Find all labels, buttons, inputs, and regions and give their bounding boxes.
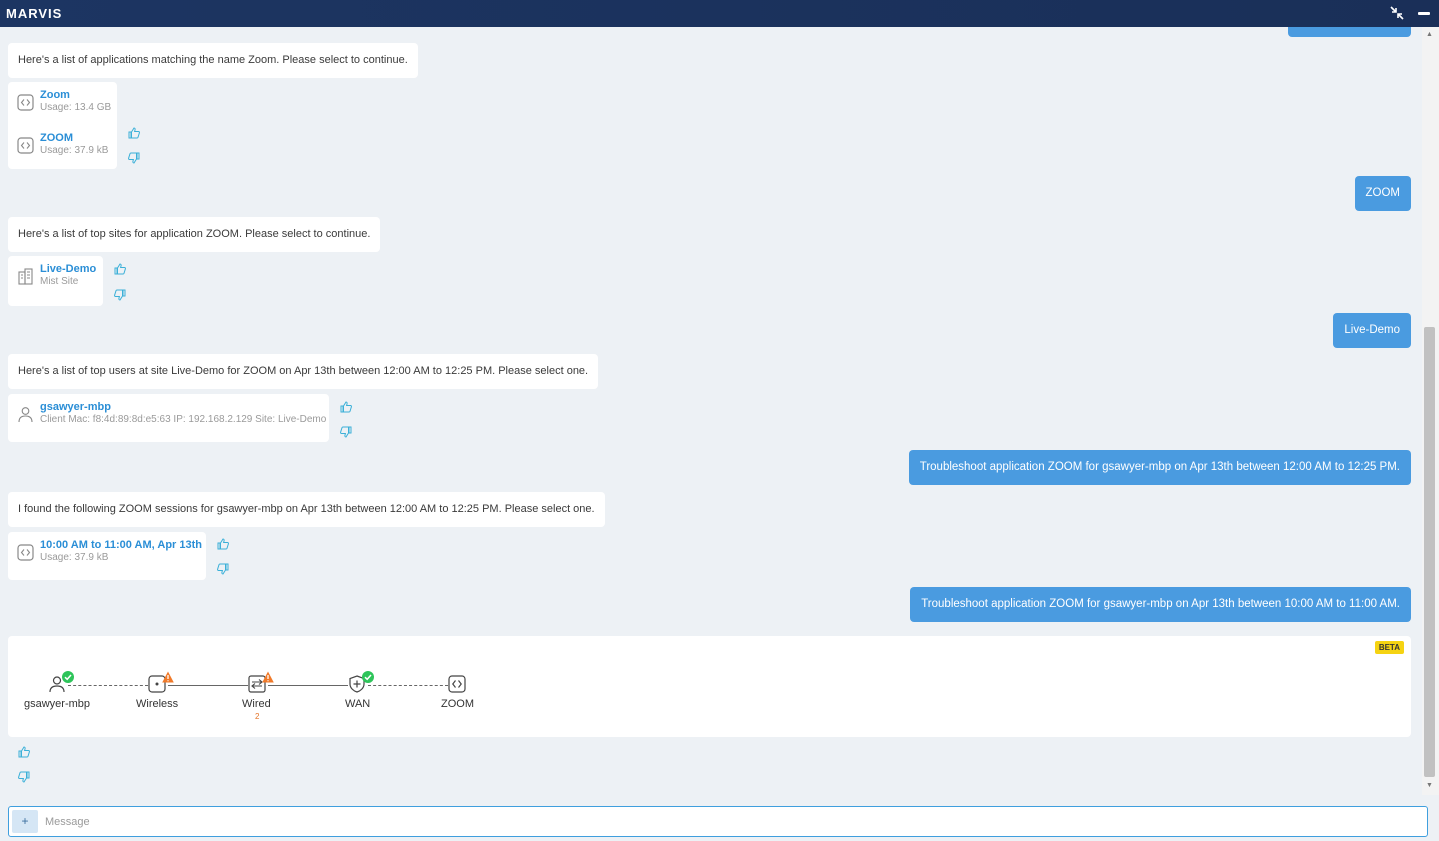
building-icon xyxy=(17,268,34,285)
flow-node-count: 2 xyxy=(255,712,260,721)
option-usage: Usage: 37.9 kB xyxy=(40,552,109,563)
flow-node-label: gsawyer-mbp xyxy=(24,698,91,710)
option-name: Live-Demo xyxy=(40,263,97,275)
connection-line xyxy=(168,685,248,686)
thumbs-up-icon[interactable] xyxy=(18,746,30,758)
thumbs-down-icon[interactable] xyxy=(340,426,352,438)
flow-node-label: WAN xyxy=(345,698,371,710)
option-list: 10:00 AM to 11:00 AM, Apr 13th Usage: 37… xyxy=(8,532,206,580)
option-name: 10:00 AM to 11:00 AM, Apr 13th xyxy=(40,539,202,551)
user-message: Live-Demo xyxy=(1333,313,1411,348)
option-zoom-upper[interactable]: ZOOM Usage: 37.9 kB xyxy=(8,125,117,168)
option-zoom[interactable]: Zoom Usage: 13.4 GB xyxy=(8,82,117,125)
code-icon xyxy=(17,544,34,561)
flow-node-label: ZOOM xyxy=(441,698,474,710)
option-sub: Mist Site xyxy=(40,276,79,287)
message-input-bar: + xyxy=(8,806,1428,837)
flow-node-label: Wireless xyxy=(136,698,179,710)
connection-line xyxy=(68,685,148,686)
user-message: Troubleshoot application ZOOM for gsawye… xyxy=(910,587,1411,622)
option-name: Zoom xyxy=(40,89,70,101)
user-message: Troubleshoot application ZOOM for gsawye… xyxy=(908,450,1411,485)
option-list: gsawyer-mbp Client Mac: f8:4d:89:8d:e5:6… xyxy=(8,394,329,442)
thumbs-up-icon[interactable] xyxy=(217,538,229,550)
flow-node-label: Wired xyxy=(242,698,271,710)
partial-user-bubble xyxy=(1288,27,1411,37)
option-sub: Client Mac: f8:4d:89:8d:e5:63 IP: 192.16… xyxy=(40,414,327,425)
option-live-demo[interactable]: Live-Demo Mist Site xyxy=(8,256,103,299)
status-ok-icon xyxy=(62,671,74,683)
scroll-up-icon[interactable]: ▲ xyxy=(1426,31,1433,38)
thumbs-down-icon[interactable] xyxy=(128,152,140,164)
scroll-thumb[interactable] xyxy=(1424,327,1435,777)
thumbs-up-icon[interactable] xyxy=(128,127,140,139)
thumbs-up-icon[interactable] xyxy=(340,401,352,413)
flow-node-application[interactable] xyxy=(448,675,466,693)
chat-history: Here's a list of applications matching t… xyxy=(0,27,1420,795)
bot-message: I found the following ZOOM sessions for … xyxy=(8,492,605,527)
chat-scrollbar[interactable]: ▲ ▼ xyxy=(1422,27,1439,795)
beta-badge: BETA xyxy=(1374,641,1404,654)
thumbs-down-icon[interactable] xyxy=(18,771,30,783)
status-warning-icon xyxy=(262,671,274,683)
option-usage: Usage: 37.9 kB xyxy=(40,145,109,156)
collapse-icon[interactable] xyxy=(1389,5,1405,21)
bot-message: Here's a list of top sites for applicati… xyxy=(8,217,381,252)
option-list: Live-Demo Mist Site xyxy=(8,256,103,306)
code-icon xyxy=(17,137,34,154)
status-warning-icon xyxy=(162,671,174,683)
thumbs-down-icon[interactable] xyxy=(217,563,229,575)
connection-line xyxy=(368,685,448,686)
option-session[interactable]: 10:00 AM to 11:00 AM, Apr 13th Usage: 37… xyxy=(8,532,206,575)
thumbs-down-icon[interactable] xyxy=(114,289,126,301)
minimize-icon[interactable] xyxy=(1416,5,1432,21)
status-ok-icon xyxy=(362,671,374,683)
thumbs-up-icon[interactable] xyxy=(114,263,126,275)
message-input[interactable] xyxy=(45,811,1415,833)
option-gsawyer-mbp[interactable]: gsawyer-mbp Client Mac: f8:4d:89:8d:e5:6… xyxy=(8,394,329,437)
bot-message: Here's a list of applications matching t… xyxy=(8,43,418,78)
window-title: MARVIS xyxy=(6,6,63,21)
add-attachment-button[interactable]: + xyxy=(12,810,38,833)
code-icon xyxy=(17,94,34,111)
scroll-down-icon[interactable]: ▼ xyxy=(1426,782,1433,789)
option-name: gsawyer-mbp xyxy=(40,401,111,413)
bot-message: Here's a list of top users at site Live-… xyxy=(8,354,599,389)
option-usage: Usage: 13.4 GB xyxy=(40,102,112,113)
user-icon xyxy=(17,406,34,423)
user-message: ZOOM xyxy=(1354,176,1411,211)
title-bar: MARVIS xyxy=(0,0,1439,27)
connection-line xyxy=(268,685,348,686)
troubleshoot-flow-card: BETA gsawyer-mbp Wireless Wired 2 WAN ZO… xyxy=(8,636,1411,737)
option-name: ZOOM xyxy=(40,132,73,144)
option-list: Zoom Usage: 13.4 GB ZOOM Usage: 37.9 kB xyxy=(8,82,117,169)
